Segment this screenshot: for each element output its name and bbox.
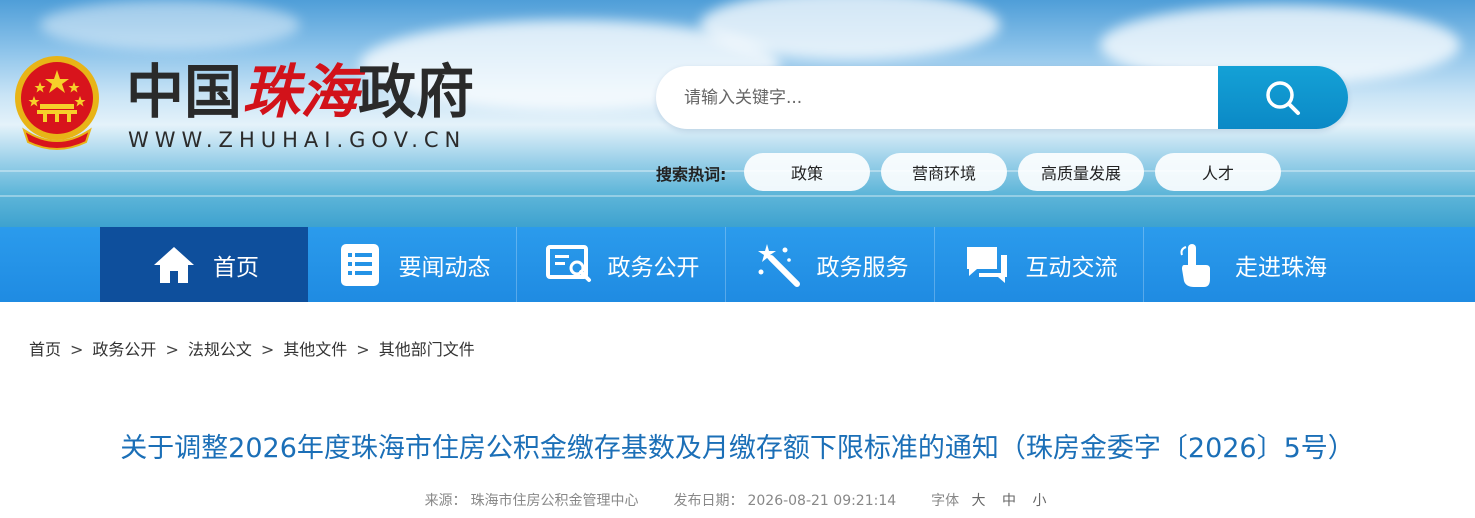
search-box <box>656 66 1348 129</box>
hot-word-tag[interactable]: 高质量发展 <box>1018 153 1144 191</box>
search-input[interactable] <box>656 66 1218 129</box>
breadcrumb-item[interactable]: 其他文件 <box>283 340 347 359</box>
search-icon <box>1266 80 1300 115</box>
source-label: 来源： <box>424 493 467 509</box>
hot-word-tag[interactable]: 人才 <box>1155 153 1281 191</box>
logo-text-part: 政府 <box>358 58 475 126</box>
hot-words-label: 搜索热词: <box>656 165 727 184</box>
nav-item-services[interactable]: 政务服务 <box>727 227 935 302</box>
nav-item-label: 走进珠海 <box>1235 254 1327 281</box>
logo-text-part: 中国 <box>126 58 243 126</box>
public-info-icon <box>544 240 594 290</box>
magic-wand-icon <box>753 240 803 290</box>
nav-item-label: 要闻动态 <box>398 254 491 281</box>
article-title: 关于调整2026年度珠海市住房公积金缴存基数及月缴存额下限标准的通知（珠房金委字… <box>120 433 1355 464</box>
nav-item-interaction[interactable]: 互动交流 <box>936 227 1144 302</box>
date-label: 发布日期： <box>673 493 744 509</box>
breadcrumb-item[interactable]: 其他部门文件 <box>379 340 475 359</box>
cloud-decoration <box>40 0 300 50</box>
breadcrumb-separator: > <box>165 340 179 359</box>
sea-decoration <box>0 195 1475 197</box>
site-url-text: WWW.ZHUHAI.GOV.CN <box>128 128 467 152</box>
logo-text-city: 珠海 <box>242 58 359 126</box>
breadcrumb-item[interactable]: 法规公文 <box>188 340 252 359</box>
search-button[interactable] <box>1218 66 1348 129</box>
font-size-small-button[interactable]: 小 <box>1032 493 1046 509</box>
article-meta: 来源： 珠海市住房公积金管理中心 发布日期： 2026-08-21 09:21:14… <box>0 490 1475 510</box>
nav-item-label: 首页 <box>213 254 259 281</box>
nav-item-news[interactable]: 要闻动态 <box>309 227 517 302</box>
date-value: 2026-08-21 09:21:14 <box>747 493 897 509</box>
nav-item-label: 政务公开 <box>607 254 700 281</box>
pointer-hand-icon <box>1171 240 1221 290</box>
breadcrumb-item[interactable]: 首页 <box>29 340 61 359</box>
source-value: 珠海市住房公积金管理中心 <box>470 493 639 509</box>
breadcrumb: 首页 > 政务公开 > 法规公文 > 其他文件 > 其他部门文件 <box>29 336 475 360</box>
hot-word-tag[interactable]: 政策 <box>744 153 870 191</box>
font-size-label: 字体 <box>931 493 960 509</box>
font-size-medium-button[interactable]: 中 <box>1002 493 1016 509</box>
breadcrumb-separator: > <box>260 340 275 359</box>
nav-item-label: 互动交流 <box>1025 254 1118 281</box>
breadcrumb-item[interactable]: 政务公开 <box>92 340 156 359</box>
site-logo-text[interactable]: 中国珠海政府 <box>126 58 474 126</box>
nav-item-home[interactable]: 首页 <box>100 227 308 302</box>
hot-word-tag[interactable]: 营商环境 <box>881 153 1007 191</box>
header-banner: 中国珠海政府 WWW.ZHUHAI.GOV.CN 搜索热词: 政策 营商环境 高… <box>0 0 1475 227</box>
nav-item-about-zhuhai[interactable]: 走进珠海 <box>1145 227 1353 302</box>
font-size-large-button[interactable]: 大 <box>972 493 986 509</box>
main-nav: 首页 要闻动态 政务公开 政务服务 互动交流 走进珠海 <box>0 227 1475 302</box>
home-icon <box>149 240 199 290</box>
nav-item-public-info[interactable]: 政务公开 <box>518 227 726 302</box>
breadcrumb-separator: > <box>70 340 84 359</box>
breadcrumb-separator: > <box>356 340 370 359</box>
nav-item-label: 政务服务 <box>816 254 909 281</box>
national-emblem-icon <box>10 52 104 152</box>
chat-icon <box>962 240 1012 290</box>
news-list-icon <box>335 240 385 290</box>
